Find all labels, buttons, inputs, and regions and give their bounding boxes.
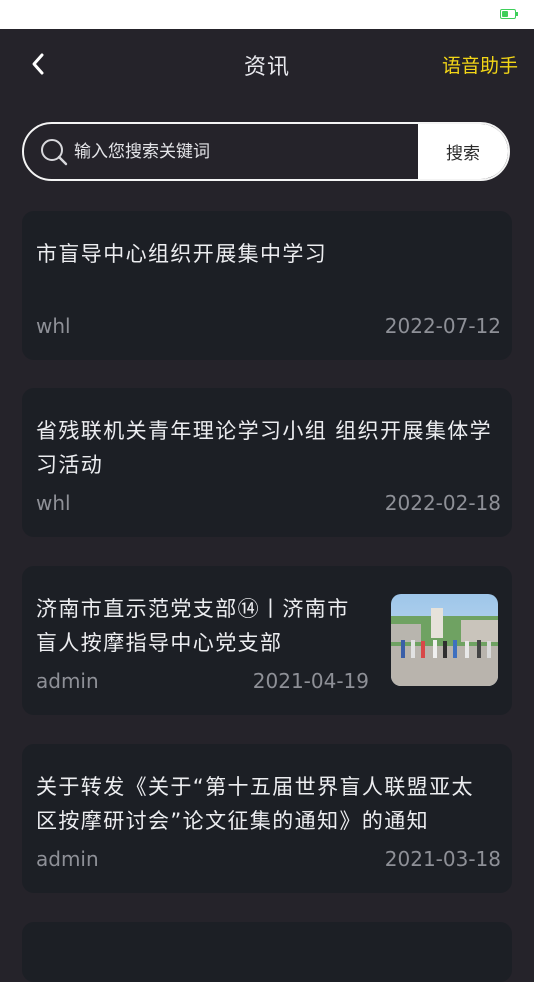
news-card[interactable]: 市盲导中心组织开展集中学习 whl 2022-07-12 [22,211,512,360]
news-date: 2022-02-18 [384,491,501,515]
news-card[interactable]: 济南市直示范党支部⑭丨济南市盲人按摩指导中心党支部 admin 2021-04-… [22,566,512,715]
news-author: admin [36,669,99,693]
news-date: 2021-03-18 [384,847,501,871]
search-icon [41,138,68,165]
news-photo [391,594,498,686]
news-card[interactable]: 关于转发《关于“第十五届世界盲人联盟亚太区按摩研讨会”论文征集的通知》的通知 a… [22,744,512,893]
news-author: whl [36,491,71,515]
search-input[interactable] [68,124,418,179]
news-author: admin [36,847,99,871]
news-title: 关于转发《关于“第十五届世界盲人联盟亚太区按摩研讨会”论文征集的通知》的通知 [36,775,474,833]
news-thumbnail [391,594,498,686]
news-title: 济南市直示范党支部⑭丨济南市盲人按摩指导中心党支部 [36,597,350,655]
search-button[interactable]: 搜索 [418,124,508,179]
news-date: 2022-07-12 [384,314,501,338]
news-title: 省残联机关青年理论学习小组 组织开展集体学习活动 [36,419,493,477]
news-date: 2021-04-19 [252,669,369,693]
news-author: whl [36,314,71,338]
status-bar [0,0,534,29]
search-bar: 搜索 [22,122,510,181]
voice-assistant-button[interactable]: 语音助手 [442,51,518,78]
nav-bar: 资讯 语音助手 [0,29,534,99]
news-card-partial[interactable] [22,922,512,982]
news-card[interactable]: 省残联机关青年理论学习小组 组织开展集体学习活动 whl 2022-02-18 [22,388,512,537]
news-title: 市盲导中心组织开展集中学习 [36,242,328,266]
battery-icon [500,9,518,19]
